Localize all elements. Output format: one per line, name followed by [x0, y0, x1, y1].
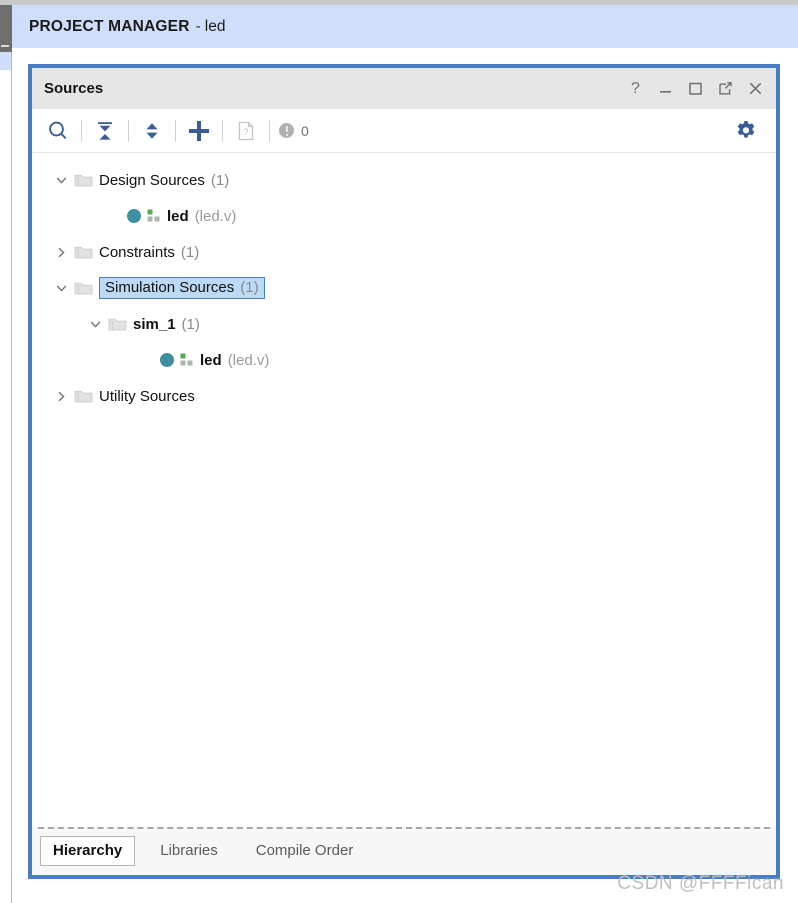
- maximize-icon[interactable]: [687, 80, 704, 97]
- help-icon[interactable]: ?: [627, 80, 644, 97]
- tab-libraries[interactable]: Libraries: [147, 836, 231, 866]
- toolbar-separator: [128, 119, 129, 142]
- rail-dark-block: [0, 5, 12, 52]
- tree-node-label: Constraints: [99, 243, 175, 261]
- settings-gear-icon[interactable]: [726, 113, 766, 149]
- folder-icon: [72, 244, 94, 260]
- message-status-icon: [279, 123, 294, 138]
- sources-toolbar: ? 0: [32, 109, 776, 153]
- tree-node-file: (led.v): [227, 351, 270, 369]
- chevron-right-icon[interactable]: [50, 246, 72, 259]
- tree-node-selection-box: Simulation Sources (1): [99, 277, 265, 299]
- tab-compile-order[interactable]: Compile Order: [243, 836, 367, 866]
- tree-row[interactable]: sim_1 (1): [32, 306, 776, 342]
- chevron-right-icon[interactable]: [50, 390, 72, 403]
- collapse-all-icon[interactable]: [85, 113, 125, 149]
- tab-hierarchy[interactable]: Hierarchy: [40, 836, 136, 866]
- tab-list: Hierarchy Libraries Compile Order: [32, 827, 776, 875]
- page-title: PROJECT MANAGER: [29, 17, 190, 35]
- message-count[interactable]: 0: [279, 123, 309, 139]
- toolbar-separator: [175, 119, 176, 142]
- toolbar-separator: [269, 119, 270, 142]
- sources-panel-titlebar: Sources ?: [32, 68, 776, 109]
- tree-node-label: led: [167, 207, 189, 225]
- hierarchy-blocks-icon: [180, 353, 193, 366]
- tree-row[interactable]: led (led.v): [32, 198, 776, 234]
- search-icon[interactable]: [38, 113, 78, 149]
- tree-node-count: (1): [181, 315, 200, 333]
- project-manager-header: PROJECT MANAGER - led: [12, 5, 798, 48]
- sources-tabbar: Hierarchy Libraries Compile Order: [32, 827, 776, 875]
- rail-dash-marker: [1, 45, 9, 47]
- message-count-value: 0: [301, 122, 309, 139]
- chevron-down-icon[interactable]: [50, 174, 72, 187]
- module-instance-icon: [160, 353, 174, 367]
- panel-window-buttons: ?: [627, 80, 764, 97]
- report-icon[interactable]: ?: [226, 113, 266, 149]
- chevron-down-icon[interactable]: [84, 318, 106, 331]
- tree-node-count: (1): [240, 279, 259, 296]
- svg-text:?: ?: [243, 127, 248, 137]
- tree-node-label: Design Sources: [99, 171, 205, 189]
- app-rail: [0, 0, 12, 903]
- tree-row[interactable]: led (led.v): [32, 342, 776, 378]
- tree-node-label: sim_1: [133, 315, 176, 333]
- tree-row[interactable]: Utility Sources: [32, 378, 776, 414]
- folder-icon: [72, 388, 94, 404]
- toolbar-separator: [222, 119, 223, 142]
- tree-row[interactable]: Constraints (1): [32, 234, 776, 270]
- module-icon: [127, 209, 161, 223]
- minimize-icon[interactable]: [657, 80, 674, 97]
- tree-node-count: (1): [210, 171, 230, 189]
- tabbar-dashed-divider: [38, 827, 770, 829]
- tree-node-label: Simulation Sources: [105, 279, 235, 296]
- tree-node-file: (led.v): [194, 207, 237, 225]
- project-name: led: [204, 17, 226, 35]
- add-sources-icon[interactable]: [179, 113, 219, 149]
- toolbar-separator: [81, 119, 82, 142]
- hierarchy-blocks-icon: [147, 209, 160, 222]
- chevron-down-icon[interactable]: [50, 282, 72, 295]
- tree-row-selected[interactable]: Simulation Sources (1): [32, 270, 776, 306]
- help-icon-glyph: ?: [631, 79, 640, 97]
- tree-node-count: (1): [180, 243, 200, 261]
- close-icon[interactable]: [747, 80, 764, 97]
- folder-icon: [72, 172, 94, 188]
- expand-all-icon[interactable]: [132, 113, 172, 149]
- tree-node-label: Utility Sources: [99, 387, 195, 405]
- module-icon: [160, 353, 194, 367]
- sources-panel-title: Sources: [44, 80, 104, 97]
- sources-panel: Sources ? ? 0 Design Sources (1) led (le…: [28, 64, 780, 879]
- sources-tree[interactable]: Design Sources (1) led (led.v) Constrain…: [32, 153, 776, 827]
- folder-icon: [106, 316, 128, 332]
- tree-row[interactable]: Design Sources (1): [32, 162, 776, 198]
- module-instance-icon: [127, 209, 141, 223]
- tree-node-label: led: [200, 351, 222, 369]
- folder-icon: [72, 280, 94, 296]
- float-icon[interactable]: [717, 80, 734, 97]
- title-separator: -: [195, 17, 201, 35]
